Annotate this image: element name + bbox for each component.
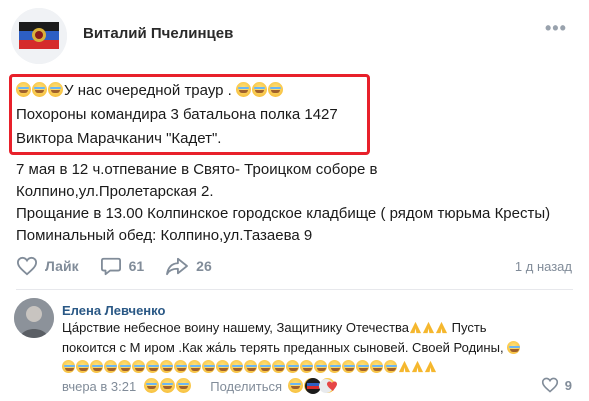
reactions-icon[interactable] bbox=[304, 377, 340, 395]
crying-emoji-icon bbox=[202, 360, 215, 373]
flag-avatar-icon bbox=[11, 8, 67, 64]
avatar-photo bbox=[14, 298, 54, 338]
post-actions: Лайк 61 26 bbox=[16, 255, 233, 277]
author-avatar[interactable] bbox=[11, 8, 67, 64]
author-name[interactable]: Виталий Пчелинцев bbox=[83, 25, 233, 42]
crying-emoji-icon bbox=[216, 360, 229, 373]
more-icon[interactable]: ••• bbox=[545, 18, 567, 39]
divider bbox=[16, 289, 573, 290]
highlight-text-2: Похороны командира 3 батальона полка 142… bbox=[16, 106, 338, 123]
crying-emoji-icon bbox=[160, 378, 176, 393]
crying-emoji-icon bbox=[384, 360, 397, 373]
highlight-text-3: Виктора Марачканич "Кадет". bbox=[16, 130, 222, 147]
comment-text-1-tail: Пусть bbox=[448, 320, 487, 335]
praying-hands-emoji-icon bbox=[435, 321, 448, 334]
crying-emoji-icon bbox=[272, 360, 285, 373]
comment-time[interactable]: вчера в 3:21 bbox=[62, 379, 136, 394]
praying-hands-emoji-icon bbox=[398, 360, 411, 373]
comment-emoji-line bbox=[62, 359, 437, 374]
praying-hands-emoji-icon bbox=[409, 321, 422, 334]
crying-emoji-icon bbox=[16, 82, 31, 97]
crying-emoji-icon bbox=[146, 360, 159, 373]
post-body-line-2: Колпино,ул.Пролетарская 2. bbox=[16, 183, 214, 200]
praying-hands-emoji-icon bbox=[424, 360, 437, 373]
crying-emoji-icon bbox=[144, 378, 160, 393]
comment-meta: вчера в 3:21 Поделиться bbox=[62, 378, 336, 394]
comment-button[interactable]: 61 bbox=[100, 256, 145, 276]
comment-text-2: покоится с М иром .Как жа́ль терять пред… bbox=[62, 340, 504, 355]
praying-hands-emoji-icon bbox=[422, 321, 435, 334]
share-icon bbox=[166, 257, 189, 276]
crying-emoji-icon bbox=[176, 378, 192, 393]
crying-emoji-icon bbox=[507, 341, 521, 354]
crying-emoji-icon bbox=[236, 82, 252, 97]
heart-icon bbox=[16, 256, 38, 276]
crying-emoji-icon bbox=[300, 360, 313, 373]
shares-count: 26 bbox=[196, 258, 212, 274]
crying-emoji-icon bbox=[174, 360, 187, 373]
like-label: Лайк bbox=[45, 258, 79, 274]
crying-emoji-icon bbox=[104, 360, 117, 373]
post-body-line-4: Поминальный обед: Колпино,ул.Тазаева 9 bbox=[16, 227, 313, 244]
crying-emoji-icon bbox=[76, 360, 89, 373]
praying-hands-emoji-icon bbox=[411, 360, 424, 373]
crying-emoji-icon bbox=[48, 82, 63, 97]
crying-emoji-icon bbox=[370, 360, 383, 373]
crying-emoji-icon bbox=[268, 82, 284, 97]
like-button[interactable]: Лайк bbox=[16, 256, 79, 276]
commenter-avatar[interactable] bbox=[14, 298, 54, 338]
crying-emoji-icon bbox=[314, 360, 327, 373]
heart-icon bbox=[541, 377, 558, 393]
crying-emoji-icon bbox=[188, 360, 201, 373]
crying-emoji-icon bbox=[230, 360, 243, 373]
crying-emoji-icon bbox=[286, 360, 299, 373]
comment-share-button[interactable]: Поделиться bbox=[210, 379, 282, 394]
crying-emoji-icon bbox=[252, 82, 268, 97]
post-highlight-line-1: У нас очередной траур . bbox=[16, 82, 284, 99]
crying-emoji-icon bbox=[328, 360, 341, 373]
crying-emoji-icon bbox=[258, 360, 271, 373]
comment-text-line-2: покоится с М иром .Как жа́ль терять пред… bbox=[62, 340, 521, 355]
comments-count: 61 bbox=[128, 258, 145, 274]
crying-emoji-icon bbox=[288, 378, 304, 393]
post-time[interactable]: 1 д назад bbox=[515, 259, 572, 274]
crying-emoji-icon bbox=[342, 360, 355, 373]
comment-icon bbox=[100, 257, 121, 276]
crying-emoji-icon bbox=[62, 360, 75, 373]
crying-emoji-icon bbox=[356, 360, 369, 373]
comment-author[interactable]: Елена Левченко bbox=[62, 303, 165, 318]
crying-emoji-icon bbox=[90, 360, 103, 373]
highlight-text-1: У нас очередной траур . bbox=[64, 82, 232, 99]
crying-emoji-icon bbox=[32, 82, 47, 97]
comment-text-1: Ца́рствие небесное воину нашему, Защитни… bbox=[62, 320, 410, 335]
comment-like-button[interactable]: 9 bbox=[541, 377, 572, 393]
comment-likes-count: 9 bbox=[564, 377, 572, 393]
post-body-line-3: Прощание в 13.00 Колпинское городское кл… bbox=[16, 205, 551, 222]
crying-emoji-icon bbox=[244, 360, 257, 373]
post-body-line-1: 7 мая в 12 ч.отпевание в Свято- Троицком… bbox=[16, 161, 378, 178]
comment-text-line-1: Ца́рствие небесное воину нашему, Защитни… bbox=[62, 320, 487, 335]
crying-emoji-icon bbox=[132, 360, 145, 373]
reply-button[interactable] bbox=[144, 378, 192, 394]
crying-emoji-icon bbox=[118, 360, 131, 373]
crying-emoji-icon bbox=[160, 360, 173, 373]
share-button[interactable]: 26 bbox=[165, 256, 212, 276]
